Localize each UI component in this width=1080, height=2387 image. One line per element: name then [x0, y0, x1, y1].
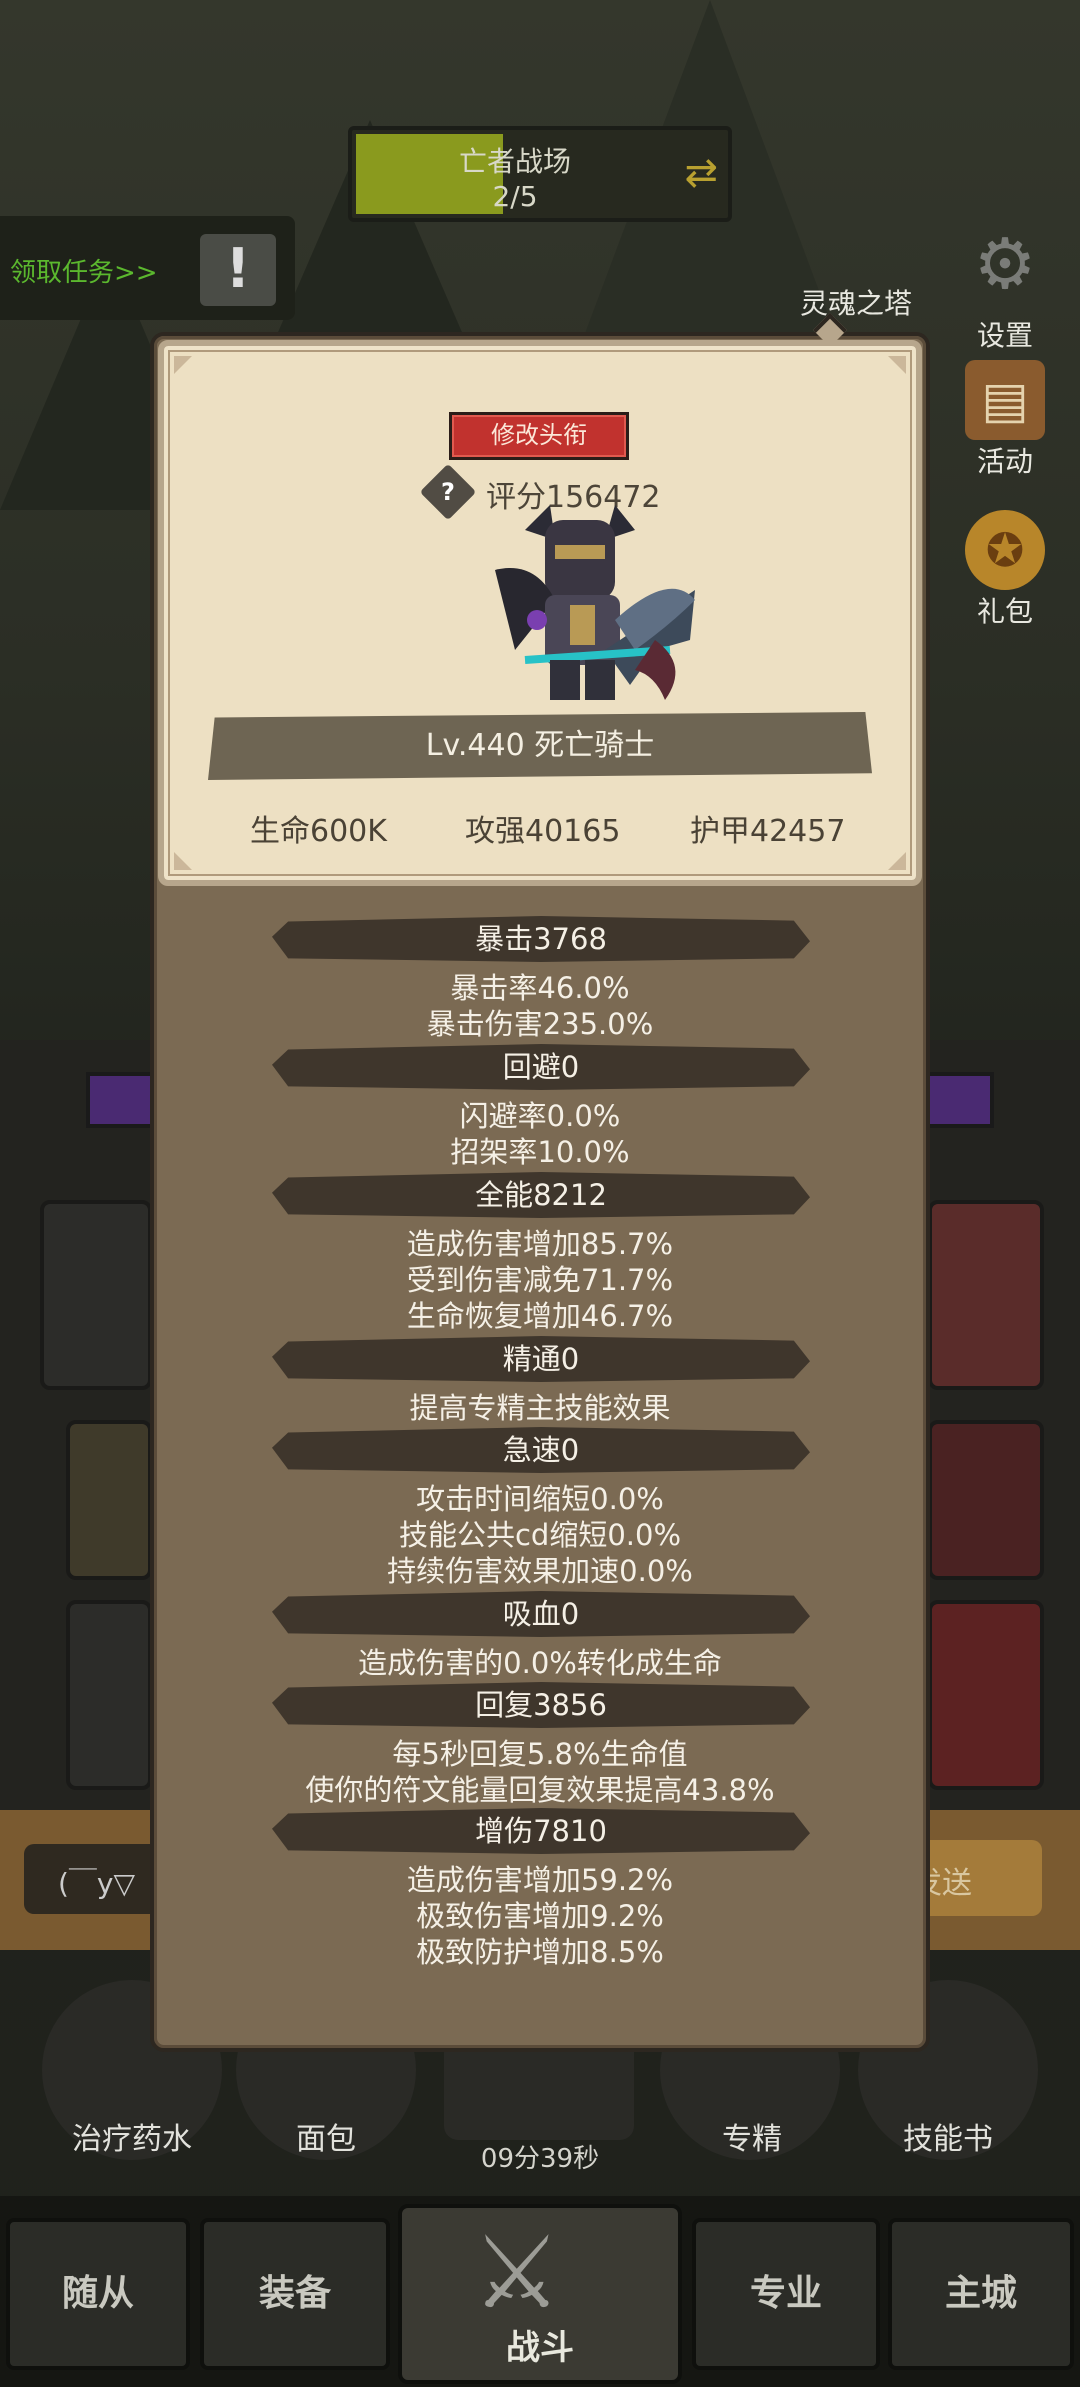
scroll-icon: ▤	[965, 360, 1045, 440]
stat-header-leech: 吸血0	[502, 1597, 580, 1631]
equipment-slot[interactable]	[928, 1200, 1044, 1390]
stat-header-haste: 急速0	[502, 1433, 580, 1467]
hp-stat: 生命600K	[250, 814, 387, 849]
equipment-slot[interactable]	[66, 1600, 152, 1790]
gift-icon: ✪	[965, 510, 1045, 590]
battle-progress-count: 2/5	[492, 180, 538, 213]
soul-tower-label[interactable]: 灵魂之塔	[800, 282, 912, 322]
chest-timer: 09分39秒	[480, 2144, 600, 2174]
settings-button[interactable]: ⚙ 设置	[950, 214, 1060, 354]
stat-line: 极致防护增加8.5%	[416, 1935, 664, 1969]
gift-label: 礼包	[976, 595, 1033, 628]
alert-icon[interactable]: !	[200, 234, 276, 306]
gear-icon: ⚙	[973, 223, 1037, 305]
card-corner	[888, 852, 906, 870]
attack-stat: 攻强40165	[465, 814, 621, 849]
stat-header-regen: 回复3856	[475, 1688, 607, 1722]
tab-main-city[interactable]: 主城	[888, 2218, 1074, 2370]
stat-header-mastery: 精通0	[502, 1342, 580, 1376]
activity-label: 活动	[976, 445, 1033, 478]
crossed-swords-icon: ⚔	[472, 2214, 562, 2331]
equipment-slot[interactable]	[66, 1420, 152, 1580]
tab-battle[interactable]: ⚔ 战斗	[398, 2204, 682, 2384]
stat-line: 生命恢复增加46.7%	[406, 1299, 674, 1333]
tab-equipment[interactable]: 装备	[200, 2218, 390, 2370]
stat-line: 提高专精主技能效果	[409, 1391, 671, 1425]
bottom-nav: 随从 装备 ⚔ 战斗 专业 主城	[0, 2196, 1080, 2387]
card-corner	[174, 356, 192, 374]
settings-label: 设置	[976, 319, 1033, 352]
skill-book-label: 技能书	[903, 2122, 993, 2157]
stat-line: 使你的符文能量回复效果提高43.8%	[305, 1773, 775, 1807]
bread-label: 面包	[296, 2122, 356, 2157]
chat-input[interactable]: (￣y▽	[24, 1844, 164, 1914]
refresh-icon[interactable]: ⇄	[684, 150, 718, 196]
tab-battle-label: 战斗	[506, 2328, 574, 2368]
character-name: Lv.440 死亡骑士	[425, 728, 655, 763]
battle-title: 亡者战场	[458, 145, 571, 178]
equipment-slot[interactable]	[40, 1200, 152, 1390]
armor-stat: 护甲42457	[690, 814, 846, 849]
card-corner	[174, 852, 192, 870]
stat-header-damage-boost: 增伤7810	[475, 1814, 607, 1848]
stat-line: 造成伤害的0.0%转化成生命	[358, 1646, 722, 1680]
equipment-slot[interactable]	[928, 1420, 1044, 1580]
quest-bar[interactable]: 领取任务>> !	[0, 216, 295, 320]
stat-header-crit: 暴击3768	[475, 922, 607, 956]
stat-header-avoidance: 回避0	[502, 1050, 580, 1084]
tab-followers[interactable]: 随从	[6, 2218, 190, 2370]
health-potion-label: 治疗药水	[72, 2122, 192, 2157]
specialization-label: 专精	[722, 2122, 782, 2157]
stat-line: 持续伤害效果加速0.0%	[387, 1554, 693, 1588]
equipment-slot[interactable]	[928, 1600, 1044, 1790]
activity-button[interactable]: ▤ 活动	[950, 360, 1060, 480]
battle-progress-banner[interactable]: 亡者战场 2/5 ⇄	[348, 126, 732, 222]
change-title-button[interactable]: 修改头衔	[449, 412, 629, 460]
card-corner	[888, 356, 906, 374]
stat-header-versatility: 全能8212	[475, 1178, 607, 1212]
tab-profession[interactable]: 专业	[692, 2218, 880, 2370]
stat-line: 招架率10.0%	[450, 1135, 630, 1169]
stat-line: 暴击伤害235.0%	[426, 1007, 654, 1041]
death-knight-avatar	[495, 505, 695, 700]
quest-label[interactable]: 领取任务>>	[10, 252, 158, 289]
gift-button[interactable]: ✪ 礼包	[950, 510, 1060, 630]
